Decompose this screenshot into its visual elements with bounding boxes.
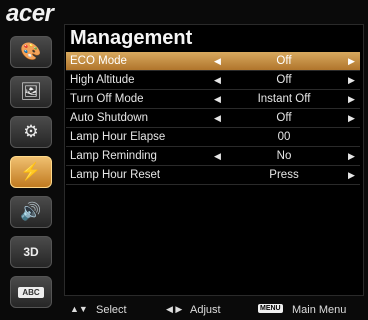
right-arrow-icon[interactable]: ▶	[348, 166, 355, 184]
menu-item-value: Off	[276, 55, 292, 67]
up-down-arrows-icon: ▲▼	[70, 304, 88, 314]
menu-item-label: Auto Shutdown	[70, 112, 149, 124]
menu-item-label: High Altitude	[70, 74, 135, 86]
management-icon: ⚡	[20, 162, 42, 181]
right-arrow-icon[interactable]: ▶	[348, 52, 355, 70]
gear-icon: ⚙	[23, 122, 39, 141]
3d-icon: 3D	[23, 245, 39, 259]
left-arrow-icon[interactable]: ◀	[214, 147, 221, 165]
adjust-hint: Adjust	[190, 304, 221, 316]
menu-item-high-altitude[interactable]: High Altitude ◀ Off ▶	[66, 71, 360, 90]
left-arrow-icon[interactable]: ◀	[214, 71, 221, 89]
tab-settings[interactable]: ⚙	[10, 116, 52, 148]
palette-icon: 🎨	[20, 42, 42, 61]
right-arrow-icon[interactable]: ▶	[348, 147, 355, 165]
menu-key-icon: MENU	[258, 304, 283, 313]
menu-item-auto-shutdown[interactable]: Auto Shutdown ◀ Off ▶	[66, 109, 360, 128]
left-arrow-icon[interactable]: ◀	[214, 109, 221, 127]
select-hint: Select	[96, 304, 127, 316]
right-arrow-icon[interactable]: ▶	[348, 90, 355, 108]
menu-item-label: Lamp Hour Elapse	[70, 131, 166, 143]
menu-item-label: ECO Mode	[70, 55, 127, 67]
image-icon: 🖼	[20, 82, 42, 101]
menu-item-value: 00	[277, 131, 291, 143]
tab-color[interactable]: 🎨	[10, 36, 52, 68]
menu-item-label: Lamp Hour Reset	[70, 169, 161, 181]
tab-audio[interactable]: 🔊	[10, 196, 52, 228]
tab-image[interactable]: 🖼	[10, 76, 52, 108]
language-icon: ABC	[18, 286, 44, 298]
menu-item-value: Press	[269, 169, 299, 181]
menu-item-lamp-hour-reset[interactable]: Lamp Hour Reset Press ▶	[66, 166, 360, 185]
left-arrow-icon[interactable]: ◀	[214, 52, 221, 70]
left-arrow-icon[interactable]: ◀	[214, 90, 221, 108]
left-right-arrows-icon: ◀ ▶	[166, 304, 183, 314]
right-arrow-icon[interactable]: ▶	[348, 71, 355, 89]
tab-3d[interactable]: 3D	[10, 236, 52, 268]
menu-item-lamp-hour-elapse: Lamp Hour Elapse 00	[66, 128, 360, 147]
menu-item-value: Off	[276, 74, 292, 86]
menu-item-label: Turn Off Mode	[70, 93, 144, 105]
speaker-icon: 🔊	[20, 202, 42, 221]
tab-management[interactable]: ⚡	[10, 156, 52, 188]
tab-language[interactable]: ABC	[10, 276, 52, 308]
settings-menu: ECO Mode ◀ Off ▶ High Altitude ◀ Off ▶ T…	[66, 52, 360, 185]
menu-item-label: Lamp Reminding	[70, 150, 157, 162]
main-menu-hint: Main Menu	[292, 304, 347, 316]
right-arrow-icon[interactable]: ▶	[348, 109, 355, 127]
menu-item-eco-mode[interactable]: ECO Mode ◀ Off ▶	[66, 52, 360, 71]
menu-item-value: No	[276, 150, 292, 162]
brand-logo: acer	[6, 0, 54, 27]
menu-item-turn-off-mode[interactable]: Turn Off Mode ◀ Instant Off ▶	[66, 90, 360, 109]
menu-item-lamp-reminding[interactable]: Lamp Reminding ◀ No ▶	[66, 147, 360, 166]
menu-item-value: Instant Off	[257, 93, 311, 105]
sidebar: 🎨 🖼 ⚙ ⚡ 🔊 3D ABC	[6, 36, 54, 316]
menu-item-value: Off	[276, 112, 292, 124]
page-title: Management	[70, 27, 193, 49]
footer-hints: ▲▼ Select ◀ ▶ Adjust MENU Main Menu	[66, 304, 362, 318]
